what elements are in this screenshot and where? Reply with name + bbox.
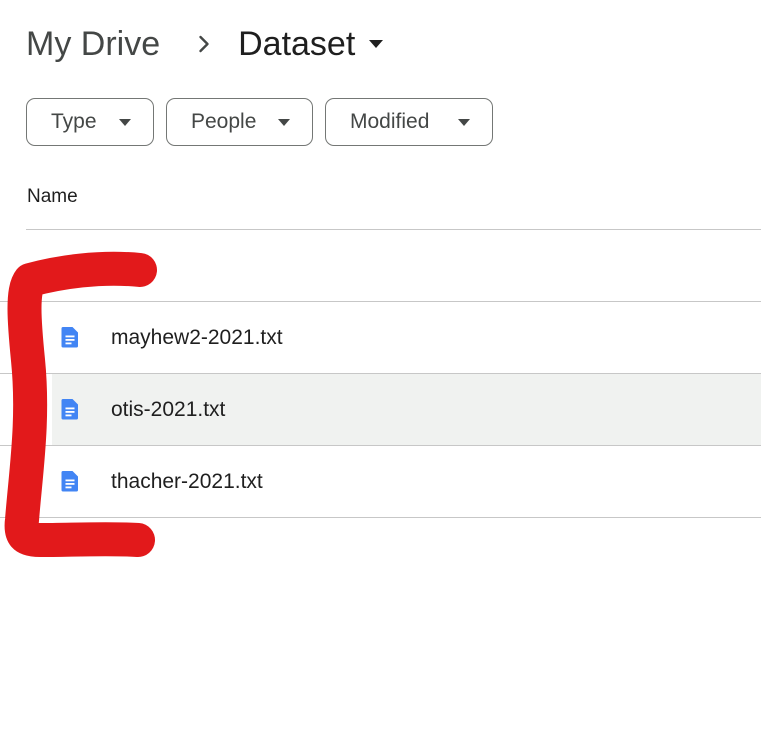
text-file-icon xyxy=(58,469,82,493)
header-divider xyxy=(26,229,761,230)
filter-type-button[interactable]: Type xyxy=(26,98,154,146)
filter-people-button[interactable]: People xyxy=(166,98,313,146)
filter-type-label: Type xyxy=(51,110,97,133)
breadcrumb-my-drive[interactable]: My Drive xyxy=(26,20,160,68)
chevron-right-icon xyxy=(180,20,228,68)
filter-bar: Type People Modified xyxy=(26,98,493,146)
caret-down-icon xyxy=(119,118,131,126)
breadcrumb: My Drive Dataset xyxy=(26,20,384,68)
filter-people-label: People xyxy=(191,110,257,133)
drive-page: My Drive Dataset Type People Modified Na… xyxy=(0,0,761,742)
column-header-name[interactable]: Name xyxy=(27,186,78,208)
file-name: mayhew2-2021.txt xyxy=(111,325,283,349)
caret-down-icon xyxy=(369,39,384,49)
file-list: mayhew2-2021.txt otis-2021.txt thacher-2… xyxy=(0,301,761,518)
filter-modified-label: Modified xyxy=(350,110,430,133)
file-name: thacher-2021.txt xyxy=(111,469,263,493)
file-name: otis-2021.txt xyxy=(111,397,226,421)
filter-modified-button[interactable]: Modified xyxy=(325,98,493,146)
breadcrumb-dataset-button[interactable]: Dataset xyxy=(238,20,384,68)
file-row[interactable]: mayhew2-2021.txt xyxy=(0,301,761,373)
text-file-icon xyxy=(58,397,82,421)
text-file-icon xyxy=(58,325,82,349)
file-row[interactable]: thacher-2021.txt xyxy=(0,445,761,518)
file-row[interactable]: otis-2021.txt xyxy=(0,373,761,445)
caret-down-icon xyxy=(458,118,470,126)
caret-down-icon xyxy=(278,118,290,126)
breadcrumb-current-label: Dataset xyxy=(238,25,356,63)
